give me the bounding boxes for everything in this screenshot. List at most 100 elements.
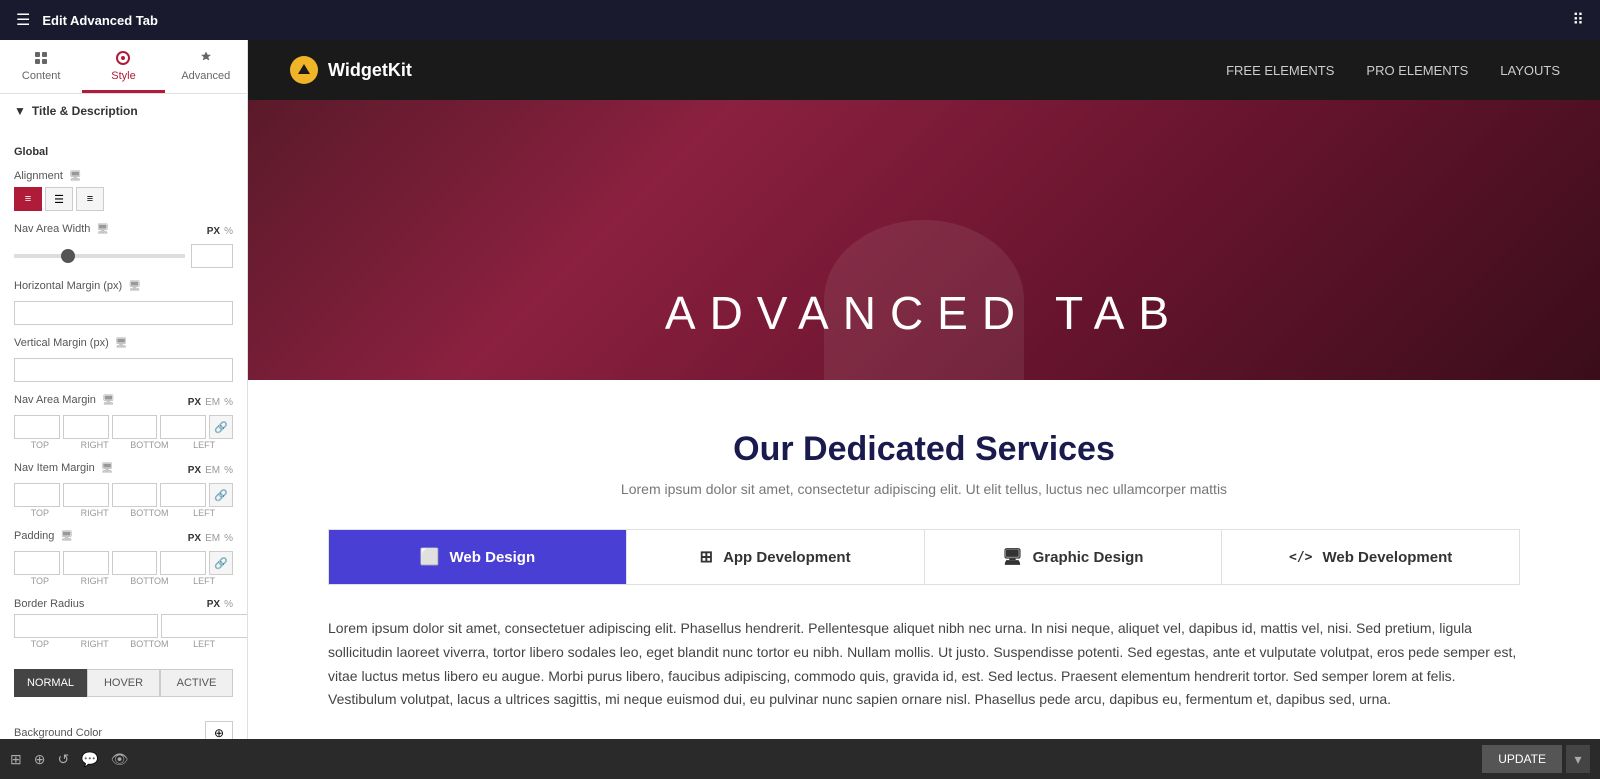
tab-content[interactable]: Content — [0, 40, 82, 93]
site-logo: WidgetKit — [288, 54, 412, 86]
logo-text: WidgetKit — [328, 60, 412, 81]
border-radius-row: Border Radius PX % 🔗 TOP RIGHT BOTTOM LE… — [0, 592, 247, 655]
unit-percent[interactable]: % — [224, 226, 233, 237]
padding-monitor: 🖥 — [60, 531, 73, 542]
pad-label-top: TOP — [14, 576, 66, 586]
br-px[interactable]: PX — [207, 599, 220, 610]
nav-item-margin-monitor: 🖥 — [101, 463, 114, 474]
nav-margin-px[interactable]: PX — [188, 397, 201, 408]
pad-label-right: RIGHT — [69, 576, 121, 586]
nav-margin-top[interactable]: 0 — [14, 415, 60, 439]
monitor-icon: 🖥 — [69, 171, 82, 182]
align-center-btn[interactable]: ☰ — [45, 187, 73, 211]
unit-px[interactable]: PX — [207, 226, 220, 237]
nav-margin-link-btn[interactable]: 🔗 — [209, 415, 233, 439]
padding-link-btn[interactable]: 🔗 — [209, 551, 233, 575]
tab-content-label: Content — [22, 70, 61, 82]
sidebar-tabs: Content Style Advanced — [0, 40, 247, 94]
padding-units: PX EM % — [188, 533, 233, 544]
state-active-btn[interactable]: ACTIVE — [160, 669, 233, 697]
nav-width-slider[interactable] — [14, 254, 185, 258]
padding-right[interactable]: 30 — [63, 551, 109, 575]
bottom-eye-icon[interactable]: 👁 — [111, 751, 129, 768]
collapse-btn[interactable]: ▾ — [1566, 745, 1590, 773]
h-margin-input[interactable] — [14, 301, 233, 325]
label-top: TOP — [14, 440, 66, 450]
padding-row: Padding 🖥 PX EM % 15 30 15 30 🔗 TOP RIGH… — [0, 524, 247, 592]
br-pct[interactable]: % — [224, 599, 233, 610]
tab-web-design[interactable]: ⬜ Web Design — [329, 530, 627, 584]
padding-px[interactable]: PX — [188, 533, 201, 544]
v-margin-input[interactable] — [14, 358, 233, 382]
tab-content-text: Lorem ipsum dolor sit amet, consectetuer… — [328, 617, 1520, 712]
tab-advanced[interactable]: Advanced — [165, 40, 247, 93]
nav-free-elements[interactable]: FREE ELEMENTS — [1226, 63, 1334, 78]
br-labels: TOP RIGHT BOTTOM LEFT — [14, 639, 233, 649]
br-top[interactable] — [14, 614, 158, 638]
br-label-left: LEFT — [178, 639, 230, 649]
nav-margin-pct[interactable]: % — [224, 397, 233, 408]
padding-pct[interactable]: % — [224, 533, 233, 544]
nav-width-label: Nav Area Width — [14, 223, 90, 235]
nav-width-header: Nav Area Width 🖥 PX % — [14, 223, 233, 240]
site-nav-links: FREE ELEMENTS PRO ELEMENTS LAYOUTS — [1226, 63, 1560, 78]
nav-item-margin-right[interactable]: 0 — [63, 483, 109, 507]
nav-margin-bottom[interactable]: 0 — [112, 415, 158, 439]
tab-app-development[interactable]: ⊞ App Development — [627, 530, 925, 584]
padding-top[interactable]: 15 — [14, 551, 60, 575]
nav-item-em[interactable]: EM — [205, 465, 220, 476]
nav-layouts[interactable]: LAYOUTS — [1500, 63, 1560, 78]
update-button[interactable]: UPDATE — [1482, 745, 1562, 773]
nav-area-margin-grid: 0 35 0 0 🔗 — [14, 415, 233, 439]
v-margin-label: Vertical Margin (px) — [14, 337, 109, 349]
hero-section: ADVANCED TAB — [248, 100, 1600, 380]
bottom-undo-icon[interactable]: ↺ — [57, 751, 69, 768]
padding-left[interactable]: 30 — [160, 551, 206, 575]
nav-item-margin-top[interactable]: 0 — [14, 483, 60, 507]
nav-item-margin-units: PX EM % — [188, 465, 233, 476]
nav-margin-em[interactable]: EM — [205, 397, 220, 408]
app-dev-icon: ⊞ — [700, 547, 713, 567]
tab-web-development[interactable]: </> Web Development — [1222, 530, 1519, 584]
padding-label-row: Padding 🖥 — [14, 530, 73, 542]
nav-margin-left[interactable]: 0 — [160, 415, 206, 439]
nav-item-margin-left[interactable]: 0 — [160, 483, 206, 507]
bottom-layers-icon[interactable]: ⊞ — [10, 751, 22, 768]
nav-area-margin-row: Nav Area Margin 🖥 PX EM % 0 35 0 0 🔗 TOP… — [0, 388, 247, 456]
state-normal-btn[interactable]: NORMAL — [14, 669, 87, 697]
padding-grid: 15 30 15 30 🔗 — [14, 551, 233, 575]
nav-pro-elements[interactable]: PRO ELEMENTS — [1366, 63, 1468, 78]
align-left-btn[interactable]: ≡ — [14, 187, 42, 211]
bottom-comment-icon[interactable]: 💬 — [81, 751, 98, 768]
nav-item-margin-link-btn[interactable]: 🔗 — [209, 483, 233, 507]
top-bar-title: Edit Advanced Tab — [42, 13, 158, 28]
border-radius-inputs: 🔗 — [14, 614, 233, 638]
padding-em[interactable]: EM — [205, 533, 220, 544]
tab-style[interactable]: Style — [82, 40, 164, 93]
title-description-section[interactable]: ▼ Title & Description — [0, 94, 247, 128]
state-hover-btn[interactable]: HOVER — [87, 669, 160, 697]
nav-margin-right[interactable]: 35 — [63, 415, 109, 439]
global-label-row: Global — [0, 140, 247, 164]
padding-bottom[interactable]: 15 — [112, 551, 158, 575]
nav-item-pct[interactable]: % — [224, 465, 233, 476]
nav-width-input[interactable]: 30 — [191, 244, 233, 268]
br-label-right: RIGHT — [69, 639, 121, 649]
align-right-btn[interactable]: ≡ — [76, 187, 104, 211]
nav-area-width-row: Nav Area Width 🖥 PX % 30 — [0, 217, 247, 274]
bg-color-picker[interactable]: ⊕ — [205, 721, 233, 739]
services-title: Our Dedicated Services — [328, 430, 1520, 469]
nav-width-units: PX % — [207, 226, 233, 237]
apps-icon[interactable]: ⠿ — [1572, 10, 1584, 30]
nav-item-margin-bottom[interactable]: 10 — [112, 483, 158, 507]
bottom-add-icon[interactable]: ⊕ — [34, 751, 46, 768]
padding-header: Padding 🖥 PX EM % — [14, 530, 233, 547]
v-margin-label-row: Vertical Margin (px) 🖥 — [14, 337, 233, 349]
br-right[interactable] — [161, 614, 248, 638]
hamburger-icon[interactable]: ☰ — [16, 10, 30, 30]
label-left: LEFT — [178, 440, 230, 450]
br-label-bottom: BOTTOM — [124, 639, 176, 649]
nav-width-label-row: Nav Area Width 🖥 — [14, 223, 109, 235]
nav-item-px[interactable]: PX — [188, 465, 201, 476]
tab-graphic-design[interactable]: 🖥 Graphic Design — [925, 530, 1223, 584]
